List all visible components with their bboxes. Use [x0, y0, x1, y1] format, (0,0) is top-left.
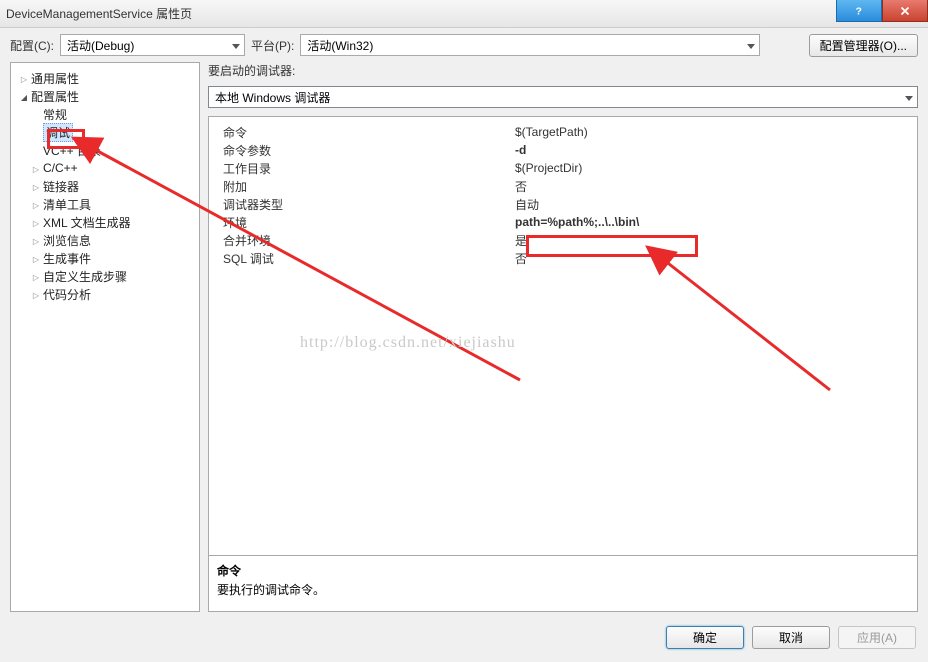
expand-right-icon[interactable]	[31, 161, 41, 175]
tree-item-label: C/C++	[43, 161, 78, 175]
description-box: 命令 要执行的调试命令。	[208, 556, 918, 612]
grid-value[interactable]: -d	[515, 143, 911, 157]
chevron-down-icon	[905, 90, 913, 104]
tree-item[interactable]: 链接器	[13, 177, 197, 195]
grid-value[interactable]: $(ProjectDir)	[515, 161, 911, 175]
help-button[interactable]: ?	[836, 0, 882, 22]
debugger-combo-value: 本地 Windows 调试器	[215, 89, 330, 106]
description-text: 要执行的调试命令。	[217, 581, 909, 598]
tree-item-label: 常规	[43, 106, 67, 123]
tree-item-label: 浏览信息	[43, 232, 91, 249]
titlebar: DeviceManagementService 属性页 ?	[0, 0, 928, 28]
platform-combo-value: 活动(Win32)	[307, 37, 373, 54]
tree-panel[interactable]: 通用属性配置属性常规调试VC++ 目录 C/C++ 链接器清单工具XML 文档生成器…	[10, 62, 200, 612]
grid-key: 附加	[215, 178, 515, 195]
expand-right-icon[interactable]	[31, 179, 41, 193]
grid-value[interactable]: path=%path%;..\..\bin\	[515, 215, 911, 229]
dialog-button-bar: 确定 取消 应用(A)	[0, 618, 928, 656]
grid-row[interactable]: 调试器类型自动	[215, 195, 911, 213]
tree-item[interactable]: 常规	[13, 105, 197, 123]
expand-right-icon[interactable]	[31, 233, 41, 247]
tree-item[interactable]: 配置属性	[13, 87, 197, 105]
chevron-down-icon	[747, 38, 755, 52]
tree-item[interactable]: VC++ 目录	[13, 141, 197, 159]
right-panel: 要启动的调试器: 本地 Windows 调试器 命令$(TargetPath)命…	[208, 62, 918, 612]
grid-row[interactable]: 合并环境是	[215, 231, 911, 249]
config-manager-button[interactable]: 配置管理器(O)...	[809, 34, 918, 57]
tree-item-label: 代码分析	[43, 286, 91, 303]
tree-item-label: VC++ 目录	[43, 142, 101, 159]
chevron-down-icon	[232, 38, 240, 52]
tree-item-label: 生成事件	[43, 250, 91, 267]
config-combo[interactable]: 活动(Debug)	[60, 34, 245, 56]
tree-item[interactable]: C/C++	[13, 159, 197, 177]
expand-right-icon[interactable]	[31, 215, 41, 229]
svg-text:?: ?	[856, 5, 862, 17]
grid-key: SQL 调试	[215, 250, 515, 267]
expand-down-icon[interactable]	[19, 89, 29, 103]
platform-combo[interactable]: 活动(Win32)	[300, 34, 760, 56]
grid-row[interactable]: 命令参数-d	[215, 141, 911, 159]
grid-value[interactable]: 是	[515, 232, 911, 249]
expand-right-icon[interactable]	[31, 197, 41, 211]
tree-item[interactable]: 浏览信息	[13, 231, 197, 249]
expand-right-icon[interactable]	[19, 71, 29, 85]
window-buttons: ?	[836, 0, 928, 22]
grid-value[interactable]: 自动	[515, 196, 911, 213]
tree-item-label: 通用属性	[31, 70, 79, 87]
grid-row[interactable]: SQL 调试否	[215, 249, 911, 267]
expand-right-icon[interactable]	[31, 251, 41, 265]
debugger-section-label: 要启动的调试器:	[208, 62, 918, 82]
ok-button[interactable]: 确定	[666, 626, 744, 649]
config-toolbar: 配置(C): 活动(Debug) 平台(P): 活动(Win32) 配置管理器(…	[0, 28, 928, 62]
tree-item-label: 清单工具	[43, 196, 91, 213]
tree-item[interactable]: 通用属性	[13, 69, 197, 87]
tree-item[interactable]: 自定义生成步骤	[13, 267, 197, 285]
grid-value[interactable]: 否	[515, 250, 911, 267]
tree-item-label: 调试	[43, 123, 73, 142]
debugger-combo[interactable]: 本地 Windows 调试器	[208, 86, 918, 108]
grid-value[interactable]: $(TargetPath)	[515, 125, 911, 139]
expand-right-icon[interactable]	[31, 269, 41, 283]
grid-row[interactable]: 环境path=%path%;..\..\bin\	[215, 213, 911, 231]
main-area: 通用属性配置属性常规调试VC++ 目录 C/C++ 链接器清单工具XML 文档生成器…	[0, 62, 928, 618]
grid-key: 工作目录	[215, 160, 515, 177]
grid-key: 合并环境	[215, 232, 515, 249]
platform-label: 平台(P):	[251, 37, 294, 54]
grid-key: 环境	[215, 214, 515, 231]
apply-button: 应用(A)	[838, 626, 916, 649]
grid-value[interactable]: 否	[515, 178, 911, 195]
tree-item[interactable]: 调试	[13, 123, 197, 141]
tree-item-label: 配置属性	[31, 88, 79, 105]
grid-row[interactable]: 工作目录$(ProjectDir)	[215, 159, 911, 177]
description-title: 命令	[217, 562, 909, 579]
tree-item[interactable]: 代码分析	[13, 285, 197, 303]
tree-item-label: XML 文档生成器	[43, 214, 131, 231]
tree-item[interactable]: XML 文档生成器	[13, 213, 197, 231]
grid-key: 命令	[215, 124, 515, 141]
config-label: 配置(C):	[10, 37, 54, 54]
close-button[interactable]	[882, 0, 928, 22]
tree-item-label: 自定义生成步骤	[43, 268, 127, 285]
grid-key: 调试器类型	[215, 196, 515, 213]
tree-item[interactable]: 生成事件	[13, 249, 197, 267]
cancel-button[interactable]: 取消	[752, 626, 830, 649]
config-combo-value: 活动(Debug)	[67, 37, 134, 54]
tree-item[interactable]: 清单工具	[13, 195, 197, 213]
window-title: DeviceManagementService 属性页	[6, 5, 192, 22]
expand-right-icon[interactable]	[31, 287, 41, 301]
grid-row[interactable]: 命令$(TargetPath)	[215, 123, 911, 141]
tree-item-label: 链接器	[43, 178, 79, 195]
property-grid[interactable]: 命令$(TargetPath)命令参数-d工作目录$(ProjectDir)附加…	[208, 116, 918, 556]
grid-row[interactable]: 附加否	[215, 177, 911, 195]
grid-key: 命令参数	[215, 142, 515, 159]
